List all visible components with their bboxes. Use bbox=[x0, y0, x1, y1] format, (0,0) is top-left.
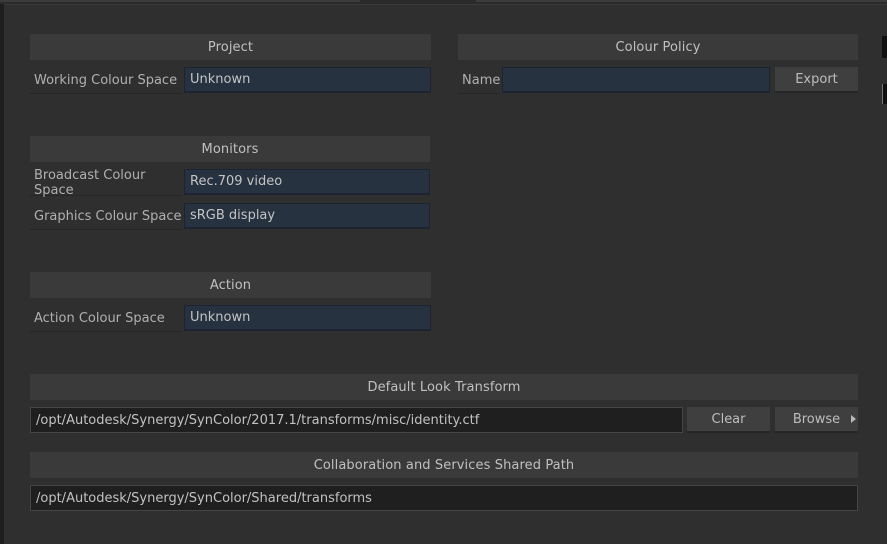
shared-path-field[interactable]: /opt/Autodesk/Synergy/SynColor/Shared/tr… bbox=[30, 485, 858, 511]
policy-name-label: Name bbox=[458, 68, 500, 94]
shared-path-header: Collaboration and Services Shared Path bbox=[30, 452, 858, 478]
export-button[interactable]: Export bbox=[775, 67, 858, 93]
broadcast-colour-space-field[interactable]: Rec.709 video bbox=[184, 169, 430, 195]
tab-right[interactable] bbox=[476, 0, 887, 2]
default-look-transform-header: Default Look Transform bbox=[30, 374, 858, 400]
monitors-header: Monitors bbox=[30, 136, 430, 162]
action-header: Action bbox=[30, 272, 431, 298]
colour-policy-header: Colour Policy bbox=[458, 34, 858, 60]
graphics-colour-space-field[interactable]: sRGB display bbox=[184, 203, 430, 229]
broadcast-colour-space-label: Broadcast Colour Space bbox=[30, 168, 182, 198]
graphics-colour-space-label: Graphics Colour Space bbox=[30, 204, 182, 230]
caret-right-icon bbox=[851, 415, 856, 423]
action-colour-space-field[interactable]: Unknown bbox=[184, 305, 431, 331]
policy-name-field[interactable] bbox=[502, 67, 770, 93]
clear-button[interactable]: Clear bbox=[687, 407, 770, 433]
browse-button-label: Browse bbox=[792, 411, 841, 427]
browse-button[interactable]: Browse bbox=[775, 407, 858, 433]
project-header: Project bbox=[30, 34, 431, 60]
working-colour-space-field[interactable]: Unknown bbox=[184, 67, 431, 93]
action-colour-space-label: Action Colour Space bbox=[30, 306, 182, 332]
working-colour-space-label: Working Colour Space bbox=[30, 68, 182, 94]
tab-left[interactable] bbox=[0, 0, 360, 2]
edge-scroll-handle[interactable] bbox=[882, 36, 887, 58]
look-transform-path-field[interactable]: /opt/Autodesk/Synergy/SynColor/2017.1/tr… bbox=[30, 407, 683, 433]
edge-marker bbox=[882, 84, 887, 104]
